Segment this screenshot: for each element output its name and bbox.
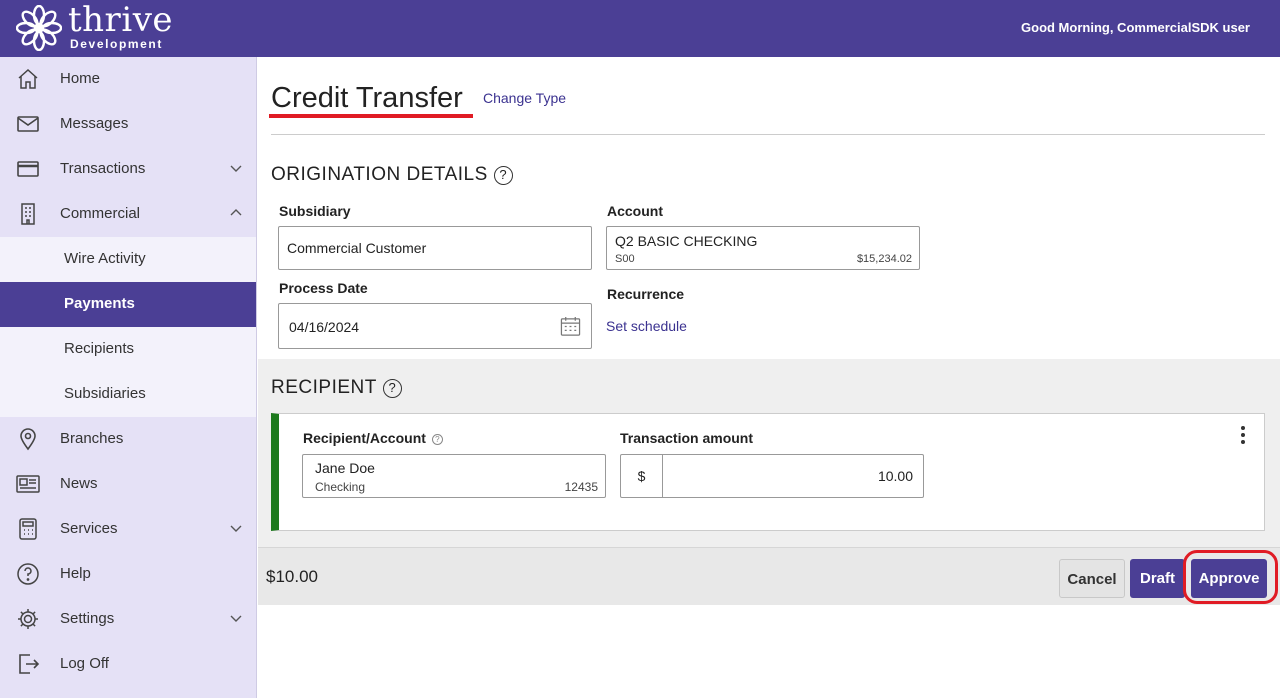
title-divider (271, 134, 1265, 135)
sidebar-item-messages[interactable]: Messages (0, 102, 256, 147)
sidebar-item-label: Settings (60, 610, 115, 627)
process-date-label: Process Date (279, 280, 368, 296)
greeting-text: Good Morning, CommercialSDK user (1021, 20, 1250, 35)
sidebar-item-help[interactable]: Help (0, 552, 256, 597)
sidebar-item-commercial[interactable]: Commercial (0, 192, 256, 237)
help-icon[interactable]: ? (431, 433, 443, 445)
envelope-icon (17, 116, 39, 132)
transaction-amount-field[interactable]: $ 10.00 (620, 454, 924, 498)
sidebar-item-label: Messages (60, 115, 129, 132)
sidebar-item-label: Help (60, 565, 91, 582)
subsidiary-field[interactable]: Commercial Customer (278, 226, 592, 270)
recipient-title-text: RECIPIENT (271, 377, 377, 398)
building-icon (21, 203, 35, 225)
main-content: Credit Transfer Change Type ORIGINATION … (258, 57, 1280, 698)
sidebar-subitem-label: Wire Activity (64, 250, 146, 267)
recipient-account-label-text: Recipient/Account (303, 430, 426, 446)
sidebar-item-label: Log Off (60, 655, 109, 672)
brand-logo[interactable]: thrive Development (16, 0, 178, 53)
currency-prefix: $ (621, 455, 663, 497)
account-code: S00 (615, 253, 635, 265)
approve-button[interactable]: Approve (1191, 559, 1267, 598)
page-title: Credit Transfer (271, 82, 463, 114)
app-header: thrive Development Good Morning, Commerc… (0, 0, 1280, 57)
question-circle-icon (17, 563, 39, 585)
flower-logo-icon (16, 5, 62, 51)
sidebar-item-log-off[interactable]: Log Off (0, 642, 256, 687)
map-pin-icon (20, 428, 36, 451)
change-type-link[interactable]: Change Type (483, 90, 566, 106)
sidebar-item-services[interactable]: Services (0, 507, 256, 552)
sidebar-item-settings[interactable]: Settings (0, 597, 256, 642)
process-date-field[interactable]: 04/16/2024 (278, 303, 592, 349)
calendar-icon[interactable] (560, 316, 581, 337)
credit-card-icon (17, 161, 39, 177)
sidebar-item-branches[interactable]: Branches (0, 417, 256, 462)
draft-button[interactable]: Draft (1130, 559, 1185, 598)
sidebar-subitem-label: Subsidiaries (64, 385, 146, 402)
recipient-section: RECIPIENT ? Recipient/Account? Jane Doe … (258, 359, 1280, 547)
title-highlight-underline (269, 114, 473, 118)
sidebar-item-label: Branches (60, 430, 124, 447)
sidebar-item-label: News (60, 475, 98, 492)
gear-icon (18, 609, 38, 629)
account-name: Q2 BASIC CHECKING (615, 233, 758, 249)
sidebar-item-transactions[interactable]: Transactions (0, 147, 256, 192)
sidebar-subitem-recipients[interactable]: Recipients (0, 327, 256, 372)
origination-title-text: ORIGINATION DETAILS (271, 164, 488, 185)
transaction-amount-value[interactable]: 10.00 (878, 468, 913, 484)
home-icon (18, 68, 38, 89)
origination-section-title: ORIGINATION DETAILS ? (271, 164, 513, 186)
subsidiary-value: Commercial Customer (287, 240, 427, 256)
more-options-icon[interactable] (1240, 426, 1246, 448)
calculator-icon (19, 518, 37, 540)
sidebar-subitem-label: Payments (64, 295, 135, 312)
sidebar-subitem-wire-activity[interactable]: Wire Activity (0, 237, 256, 282)
sidebar-subitem-subsidiaries[interactable]: Subsidiaries (0, 372, 256, 417)
help-icon[interactable]: ? (382, 378, 402, 398)
recipient-section-title: RECIPIENT ? (271, 377, 402, 399)
set-schedule-link[interactable]: Set schedule (606, 318, 687, 334)
recipient-account-field[interactable]: Jane Doe Checking 12435 (302, 454, 606, 498)
subsidiary-label: Subsidiary (279, 203, 351, 219)
chevron-down-icon (230, 165, 242, 172)
help-icon[interactable]: ? (493, 165, 513, 185)
brand-subtitle: Development (70, 37, 163, 51)
sidebar-item-label: Services (60, 520, 118, 537)
process-date-value: 04/16/2024 (289, 319, 360, 335)
logout-icon (19, 654, 40, 674)
action-footer: $10.00 Cancel Draft Approve (258, 547, 1280, 605)
sidebar-nav: Home Messages Transactions Commercial Wi… (0, 57, 257, 698)
recipient-name: Jane Doe (315, 460, 375, 476)
newspaper-icon (16, 475, 40, 493)
chevron-down-icon (230, 615, 242, 622)
sidebar-item-label: Home (60, 70, 101, 87)
chevron-down-icon (230, 525, 242, 532)
recurrence-label: Recurrence (607, 286, 685, 302)
sidebar-item-label: Transactions (60, 160, 146, 177)
cancel-button[interactable]: Cancel (1059, 559, 1125, 598)
sidebar-subitem-label: Recipients (64, 340, 135, 357)
account-balance: $15,234.02 (856, 253, 912, 265)
transaction-amount-label: Transaction amount (620, 430, 754, 446)
brand-text: thrive Development (68, 0, 178, 53)
total-amount: $10.00 (266, 567, 318, 586)
recipient-account-label: Recipient/Account? (303, 430, 443, 446)
sidebar-item-news[interactable]: News (0, 462, 256, 507)
sidebar-subitem-payments[interactable]: Payments (0, 282, 256, 327)
account-label: Account (607, 203, 663, 219)
sidebar-item-home[interactable]: Home (0, 57, 256, 102)
recipient-account-number: 12435 (564, 480, 598, 494)
account-field[interactable]: Q2 BASIC CHECKING S00 $15,234.02 (606, 226, 920, 270)
recipient-card: Recipient/Account? Jane Doe Checking 124… (271, 413, 1265, 531)
brand-name: thrive (68, 0, 174, 40)
recipient-account-type: Checking (315, 480, 366, 494)
sidebar-item-label: Commercial (60, 205, 141, 222)
chevron-up-icon (230, 209, 242, 216)
